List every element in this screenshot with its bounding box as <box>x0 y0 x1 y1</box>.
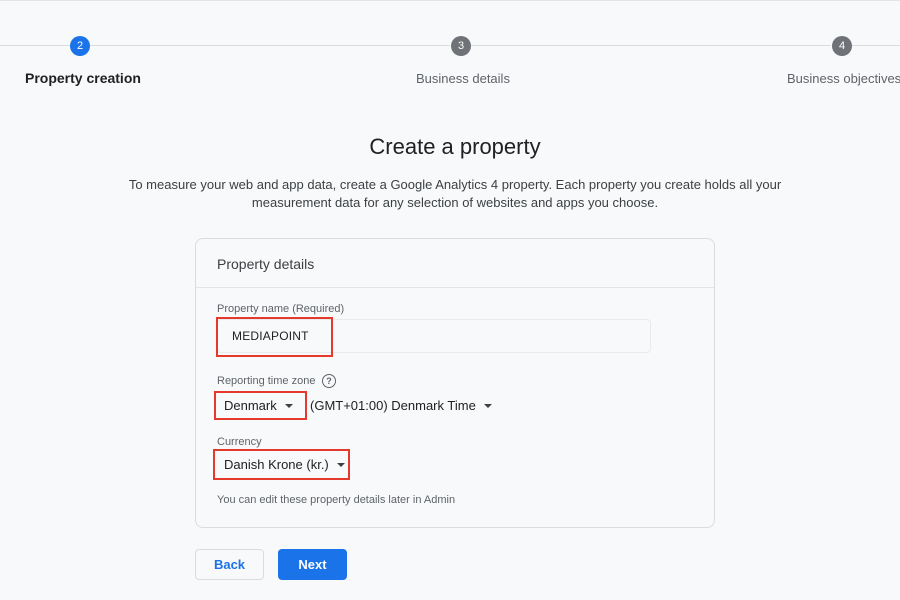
currency-label: Currency <box>217 436 262 448</box>
currency-dropdown[interactable]: Danish Krone (kr.) <box>224 457 345 472</box>
country-dropdown[interactable]: Denmark <box>224 398 293 413</box>
country-dropdown-value: Denmark <box>224 398 277 413</box>
page-title: Create a property <box>369 134 541 159</box>
caret-down-icon <box>284 403 293 408</box>
page-description: To measure your web and app data, create… <box>128 177 782 210</box>
next-button[interactable]: Next <box>278 549 347 580</box>
step-label-business-details: Business details <box>416 71 510 86</box>
stepper-line <box>90 45 450 46</box>
setup-stepper: 2 3 4 Property creation Business details… <box>0 0 900 100</box>
caret-down-icon <box>336 462 345 467</box>
question-circle-icon[interactable]: ? <box>322 374 336 388</box>
time-zone-dropdown[interactable]: (GMT+01:00) Denmark Time <box>310 398 492 413</box>
step-number-business-objectives: 4 <box>832 36 852 56</box>
step-number-business-details: 3 <box>451 36 471 56</box>
step-number-property-creation: 2 <box>70 36 90 56</box>
edit-later-note: You can edit these property details late… <box>217 494 456 506</box>
caret-down-icon <box>483 403 492 408</box>
stepper-line <box>851 45 900 46</box>
property-name-input[interactable] <box>217 319 651 353</box>
time-zone-label: Reporting time zone <box>217 375 316 387</box>
time-zone-dropdown-value: (GMT+01:00) Denmark Time <box>310 398 476 413</box>
currency-dropdown-value: Danish Krone (kr.) <box>224 457 329 472</box>
card-title: Property details <box>196 239 714 288</box>
stepper-line <box>470 45 831 46</box>
stepper-line <box>0 45 70 46</box>
back-button[interactable]: Back <box>195 549 264 580</box>
property-name-label: Property name (Required) <box>217 303 345 315</box>
step-label-business-objectives: Business objectives <box>787 71 900 86</box>
step-label-property-creation: Property creation <box>25 70 141 86</box>
property-details-card: Property details Property name (Required… <box>195 238 715 528</box>
